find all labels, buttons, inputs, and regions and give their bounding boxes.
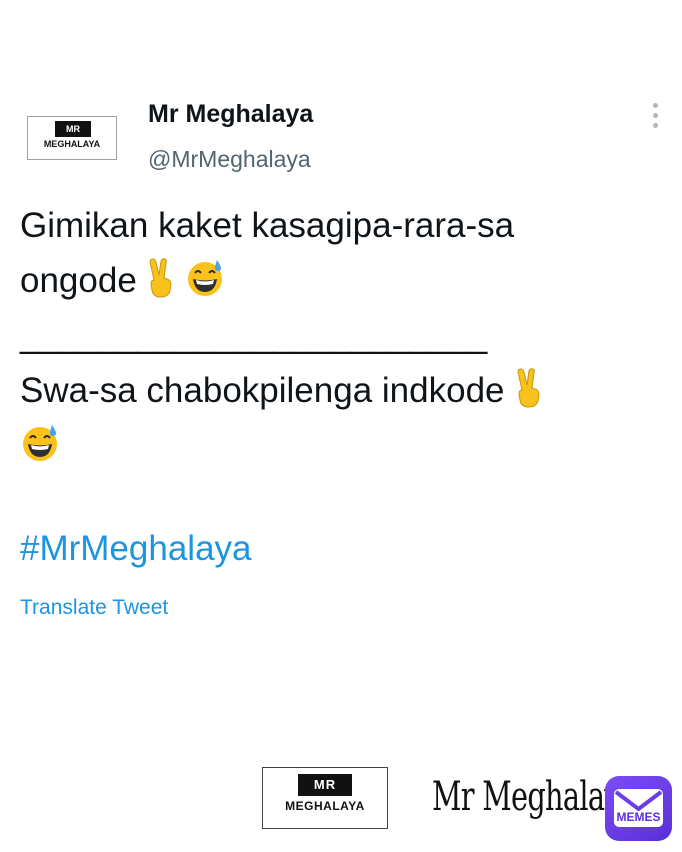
- grinning-sweat-icon: [185, 258, 225, 298]
- avatar-logo-name: MEGHALAYA: [43, 139, 101, 149]
- tweet-card: MR MEGHALAYA Mr Meghalaya @MrMeghalaya G…: [0, 0, 682, 700]
- memes-badge-label: MEMES: [616, 810, 661, 824]
- footer-logo: MR MEGHALAYA: [262, 767, 388, 829]
- tweet-line: ongode: [20, 253, 670, 308]
- footer-logo-box: MR: [298, 774, 352, 796]
- victory-hand-icon: [141, 258, 181, 298]
- tweet-line-text: ________________________: [20, 316, 488, 355]
- tweet-line: ________________________: [20, 308, 670, 363]
- hashtag-link[interactable]: #MrMeghalaya: [20, 529, 252, 569]
- more-vertical-icon[interactable]: [648, 103, 664, 131]
- avatar[interactable]: MR MEGHALAYA: [27, 116, 117, 160]
- display-name[interactable]: Mr Meghalaya: [148, 100, 313, 129]
- tweet-line: Gimikan kaket kasagipa-rara-sa: [20, 198, 670, 253]
- memes-badge[interactable]: MEMES: [605, 776, 672, 841]
- tweet-line: [20, 418, 670, 473]
- tweet-text: Gimikan kaket kasagipa-rara-sa ongode __…: [20, 198, 670, 473]
- tweet-line-text: Gimikan kaket kasagipa-rara-sa: [20, 206, 515, 245]
- tweet-line: Swa-sa chabokpilenga indkode: [20, 363, 670, 418]
- victory-hand-icon: [509, 368, 549, 408]
- grinning-sweat-icon: [20, 423, 60, 463]
- user-handle[interactable]: @MrMeghalaya: [148, 146, 311, 173]
- tweet-line-text: Swa-sa chabokpilenga indkode: [20, 371, 505, 410]
- avatar-logo-box: MR: [55, 121, 91, 137]
- tweet-line-text: ongode: [20, 261, 137, 300]
- footer-logo-name: MEGHALAYA: [285, 799, 365, 813]
- translate-tweet-link[interactable]: Translate Tweet: [20, 596, 168, 620]
